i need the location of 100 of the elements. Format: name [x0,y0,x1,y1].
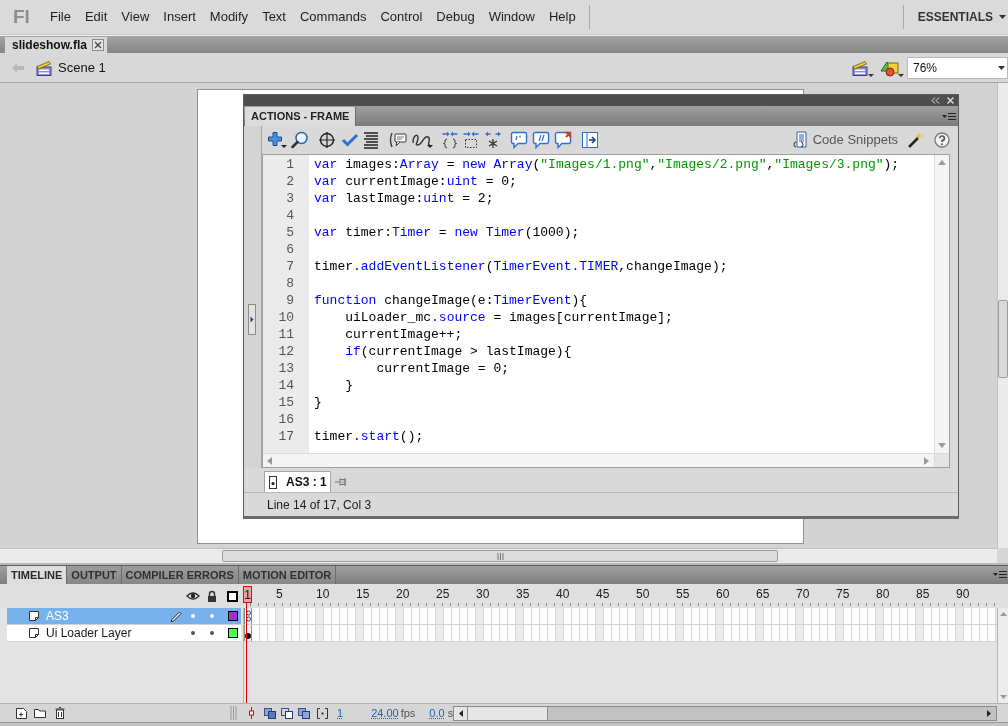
menu-item[interactable]: View [114,7,157,27]
line-number: 5 [286,224,294,241]
code-hint-icon[interactable] [388,131,408,149]
onion-skin-icon[interactable] [264,707,276,719]
layer-name: AS3 [46,610,69,622]
panel-tab[interactable]: ACTIONS - FRAME [245,107,357,126]
search-icon[interactable] [291,131,309,149]
text-lines-icon[interactable] [363,131,379,149]
code-line: var lastImage:uint = 2; [314,190,494,207]
wand-icon[interactable] [907,131,923,149]
horizontal-scrollbar[interactable] [453,705,997,721]
frame-rate[interactable]: 24.00 [371,707,399,719]
layer-icon [29,628,39,638]
line-number: 12 [278,343,294,360]
frame-number: 85 [916,587,930,601]
dot-icon[interactable] [210,614,214,618]
zoom-field[interactable]: 76% [907,56,1008,79]
frame-number: 30 [476,587,490,601]
eye-icon[interactable] [186,591,200,601]
document-icon [792,131,807,149]
scroll-down-icon[interactable] [938,443,946,448]
asterisk-arrows-icon[interactable] [485,131,501,149]
checkmark-icon[interactable] [341,131,359,149]
panel-tab[interactable]: OUTPUT [67,566,122,584]
outline-square-icon[interactable] [227,590,238,602]
frame-number: 75 [836,587,850,601]
trash-icon[interactable] [55,707,65,719]
folder-icon[interactable] [34,708,46,718]
pencil-icon [170,610,182,622]
layer-name: Ui Loader Layer [46,627,132,639]
bracket-icon[interactable] [317,707,328,719]
caret-icon [999,15,1006,19]
code-line: timer.addEventListener(TimerEvent.TIMER,changeImage); [314,258,728,275]
line-number: 13 [278,360,294,377]
scrollbar-thumb[interactable] [998,300,1008,378]
layer-color-swatch[interactable] [228,611,238,621]
line-number: 16 [278,411,294,428]
line-number: 15 [278,394,294,411]
current-frame[interactable]: 1 [337,707,344,719]
panel-menu-icon[interactable] [993,571,1007,578]
frame-number: 15 [356,587,370,601]
workspace-switcher[interactable]: ESSENTIALS [911,5,1006,29]
new-layer-icon[interactable] [16,707,27,719]
menu-item[interactable]: Window [481,7,542,27]
layer-row[interactable]: Ui Loader Layer [7,625,241,642]
menu-item[interactable]: File [43,7,78,27]
frame-number: 50 [636,587,650,601]
code-line: var currentImage:uint = 0; [314,173,517,190]
panel-tab[interactable]: COMPILER ERRORS [121,566,239,584]
bubble-x-icon[interactable] [554,131,572,149]
menu-item[interactable]: Text [255,7,293,27]
panel-toggle-icon[interactable] [581,131,599,149]
add-icon[interactable] [267,131,287,149]
line-number: 11 [278,326,294,343]
comment-bubble-icon[interactable] [510,131,528,149]
playhead-marker-icon[interactable] [249,707,254,719]
layered-squares-icon[interactable] [298,707,310,719]
onion-outline-icon[interactable] [281,707,293,719]
menu-item[interactable]: Debug [429,7,482,27]
menu-item[interactable]: Insert [156,7,203,27]
lock-icon[interactable] [207,590,217,602]
code-line: uiLoader_mc.source = images[currentImage]; [344,309,673,326]
menu-item[interactable]: Modify [202,7,256,27]
dot-icon[interactable] [210,631,214,635]
frame-number: 60 [716,587,730,601]
scroll-right-icon[interactable] [987,709,991,717]
scrollbar-thumb[interactable] [468,706,549,720]
collapse-icon[interactable] [931,97,940,104]
grip-icon[interactable] [230,706,237,720]
elapsed-time-unit: s [447,707,454,719]
code-snippets-button[interactable]: Code Snippets [792,130,898,150]
help-icon[interactable] [934,132,950,148]
menu-item[interactable]: Control [373,7,430,27]
panel-menu-icon[interactable] [942,113,956,120]
splitter-handle[interactable] [248,304,256,335]
braces-arrows-icon[interactable] [442,131,458,149]
scroll-up-icon[interactable] [938,160,946,165]
vertical-scrollbar[interactable] [997,83,1008,548]
menu-item[interactable]: Help [541,7,583,27]
scroll-left-icon[interactable] [458,709,463,717]
dashed-box-arrows-icon[interactable] [463,131,479,149]
panel-tab[interactable]: TIMELINE [7,566,68,584]
crosshair-icon[interactable] [318,131,336,149]
playhead[interactable]: 1 [243,586,252,603]
layer-color-swatch[interactable] [228,628,238,638]
line-comment-bubble-icon[interactable] [532,131,550,149]
close-icon[interactable] [91,39,104,51]
elapsed-time[interactable]: 0.0 [429,707,445,719]
scene-name: Scene 1 [58,58,106,77]
dot-icon[interactable] [191,631,195,635]
dot-icon[interactable] [191,614,195,618]
menu-item[interactable]: Edit [77,7,115,27]
vertical-scrollbar[interactable] [934,155,949,453]
frame-number: 45 [596,587,610,601]
line-number: 10 [278,309,294,326]
line-number: 4 [286,207,294,224]
line-number: 9 [286,292,294,309]
document-tab[interactable]: slideshow.fla [5,37,107,53]
menu-item[interactable]: Commands [292,7,374,27]
code-line: } [314,394,322,411]
